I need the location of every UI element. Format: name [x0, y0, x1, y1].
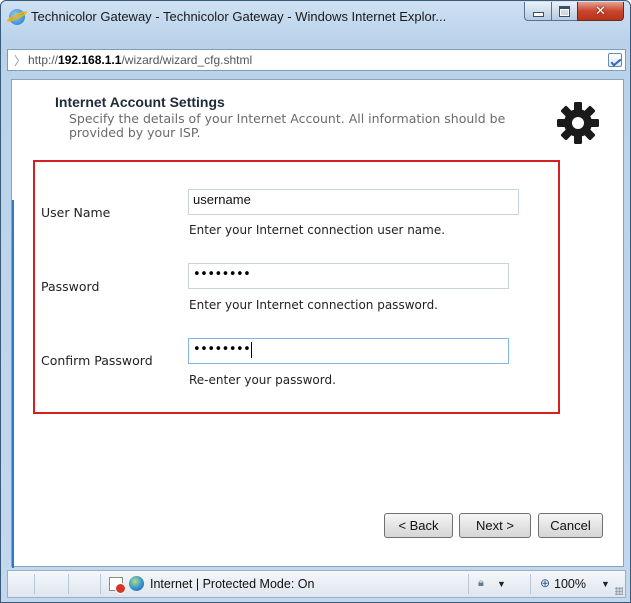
page-description: Specify the details of your Internet Acc… [69, 111, 506, 140]
back-button[interactable]: < Back [384, 513, 453, 538]
username-hint: Enter your Internet connection user name… [189, 223, 446, 237]
confirm-password-label: Confirm Password [41, 353, 153, 368]
cancel-button[interactable]: Cancel [538, 513, 603, 538]
address-bar[interactable]: 〉 http://192.168.1.1/wizard/wizard_cfg.s… [7, 49, 626, 71]
zoom-level[interactable]: 100% [554, 577, 586, 591]
close-button[interactable]: ✕ [577, 2, 624, 21]
password-value: •••••••• [193, 267, 251, 282]
chevron-down-icon[interactable]: ▼ [497, 579, 506, 589]
status-bar: Internet | Protected Mode: On 🔒︎ ▼ ⊕ 100… [7, 570, 626, 598]
status-divider [468, 574, 469, 594]
security-zone-text[interactable]: Internet | Protected Mode: On [150, 577, 314, 591]
zoom-icon[interactable]: ⊕ [540, 576, 550, 590]
confirm-password-value: •••••••• [193, 342, 251, 357]
browser-window: Technicolor Gateway - Technicolor Gatewa… [0, 0, 631, 603]
next-button[interactable]: Next > [459, 513, 531, 538]
wizard-content: Internet Account Settings Specify the de… [11, 79, 624, 568]
status-divider [34, 574, 35, 594]
url-text[interactable]: http://192.168.1.1/wizard/wizard_cfg.sht… [28, 53, 252, 67]
username-value: username [193, 192, 251, 207]
status-divider [100, 574, 101, 594]
status-divider [68, 574, 69, 594]
title-bar[interactable]: Technicolor Gateway - Technicolor Gatewa… [1, 1, 630, 33]
password-hint: Enter your Internet connection password. [189, 298, 438, 312]
protected-mode-icon[interactable]: 🔒︎ [478, 577, 484, 590]
username-label: User Name [41, 205, 111, 220]
compat-view-icon[interactable] [608, 53, 622, 67]
text-caret [251, 341, 253, 358]
chevron-right-icon: 〉 [14, 54, 27, 68]
minimize-button[interactable] [524, 2, 552, 21]
gear-icon [557, 102, 599, 144]
url-host: 192.168.1.1 [58, 53, 122, 67]
resize-grip[interactable] [615, 587, 623, 595]
url-path: /wizard/wizard_cfg.shtml [121, 53, 253, 67]
username-input[interactable]: username [188, 189, 519, 215]
confirm-password-input[interactable]: •••••••• [188, 338, 509, 364]
url-prefix: http:// [28, 53, 59, 67]
maximize-icon [559, 5, 570, 17]
ie-icon [9, 9, 25, 25]
close-icon: ✕ [595, 3, 606, 19]
minimize-icon [532, 11, 544, 17]
page-title: Internet Account Settings [55, 94, 225, 110]
password-label: Password [41, 279, 100, 294]
zoom-dropdown-icon[interactable]: ▼ [601, 579, 610, 589]
window-title: Technicolor Gateway - Technicolor Gatewa… [31, 9, 447, 24]
maximize-button[interactable] [551, 2, 578, 21]
status-divider [530, 574, 531, 594]
confirm-password-hint: Re-enter your password. [189, 373, 336, 387]
globe-icon [129, 576, 144, 591]
password-input[interactable]: •••••••• [188, 263, 509, 289]
blocked-content-icon[interactable] [109, 577, 126, 594]
left-accent-stripe [12, 200, 14, 568]
